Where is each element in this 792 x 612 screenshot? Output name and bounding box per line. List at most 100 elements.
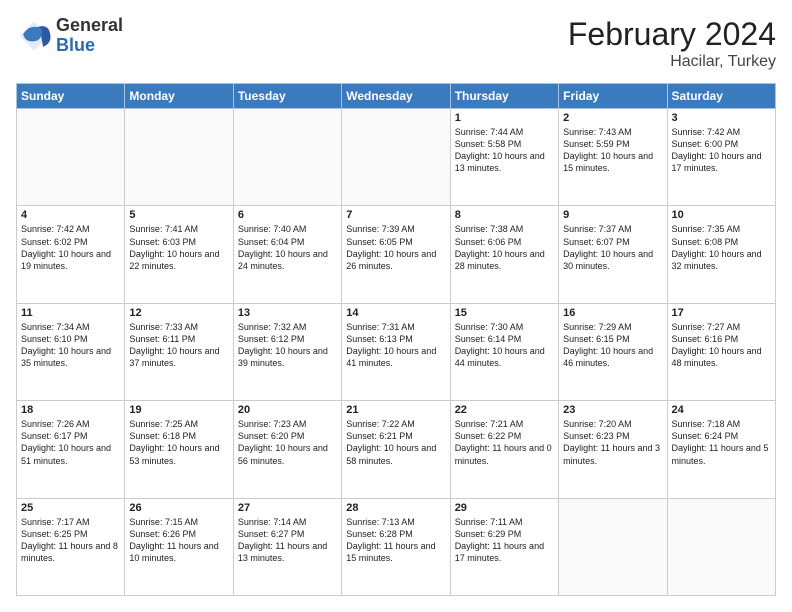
day-info: Sunrise: 7:44 AM Sunset: 5:58 PM Dayligh…	[455, 126, 554, 175]
day-info: Sunrise: 7:37 AM Sunset: 6:07 PM Dayligh…	[563, 223, 662, 272]
title-block: February 2024 Hacilar, Turkey	[568, 16, 776, 71]
day-info: Sunrise: 7:26 AM Sunset: 6:17 PM Dayligh…	[21, 418, 120, 467]
day-info: Sunrise: 7:14 AM Sunset: 6:27 PM Dayligh…	[238, 516, 337, 565]
day-number: 2	[563, 112, 662, 124]
day-number: 16	[563, 307, 662, 319]
day-info: Sunrise: 7:21 AM Sunset: 6:22 PM Dayligh…	[455, 418, 554, 467]
calendar-cell: 28 Sunrise: 7:13 AM Sunset: 6:28 PM Dayli…	[342, 498, 450, 595]
weekday-header-row: SundayMondayTuesdayWednesdayThursdayFrid…	[17, 84, 776, 109]
day-number: 24	[672, 404, 771, 416]
day-number: 15	[455, 307, 554, 319]
location: Hacilar, Turkey	[568, 53, 776, 71]
day-number: 11	[21, 307, 120, 319]
day-info: Sunrise: 7:23 AM Sunset: 6:20 PM Dayligh…	[238, 418, 337, 467]
day-number: 17	[672, 307, 771, 319]
day-info: Sunrise: 7:25 AM Sunset: 6:18 PM Dayligh…	[129, 418, 228, 467]
calendar-row-4: 25 Sunrise: 7:17 AM Sunset: 6:25 PM Dayli…	[17, 498, 776, 595]
calendar-cell: 1 Sunrise: 7:44 AM Sunset: 5:58 PM Daylig…	[450, 109, 558, 206]
day-info: Sunrise: 7:35 AM Sunset: 6:08 PM Dayligh…	[672, 223, 771, 272]
calendar-cell	[559, 498, 667, 595]
calendar-cell	[125, 109, 233, 206]
logo: General Blue	[16, 16, 123, 56]
calendar-cell: 4 Sunrise: 7:42 AM Sunset: 6:02 PM Daylig…	[17, 206, 125, 303]
calendar-cell: 18 Sunrise: 7:26 AM Sunset: 6:17 PM Dayli…	[17, 401, 125, 498]
day-number: 13	[238, 307, 337, 319]
calendar-cell: 11 Sunrise: 7:34 AM Sunset: 6:10 PM Dayli…	[17, 303, 125, 400]
calendar-cell: 20 Sunrise: 7:23 AM Sunset: 6:20 PM Dayli…	[233, 401, 341, 498]
calendar-cell	[17, 109, 125, 206]
day-info: Sunrise: 7:38 AM Sunset: 6:06 PM Dayligh…	[455, 223, 554, 272]
day-number: 20	[238, 404, 337, 416]
calendar-cell: 29 Sunrise: 7:11 AM Sunset: 6:29 PM Dayli…	[450, 498, 558, 595]
day-info: Sunrise: 7:42 AM Sunset: 6:00 PM Dayligh…	[672, 126, 771, 175]
day-info: Sunrise: 7:40 AM Sunset: 6:04 PM Dayligh…	[238, 223, 337, 272]
day-info: Sunrise: 7:15 AM Sunset: 6:26 PM Dayligh…	[129, 516, 228, 565]
weekday-header-saturday: Saturday	[667, 84, 775, 109]
day-info: Sunrise: 7:32 AM Sunset: 6:12 PM Dayligh…	[238, 321, 337, 370]
day-info: Sunrise: 7:22 AM Sunset: 6:21 PM Dayligh…	[346, 418, 445, 467]
day-info: Sunrise: 7:13 AM Sunset: 6:28 PM Dayligh…	[346, 516, 445, 565]
day-number: 12	[129, 307, 228, 319]
day-number: 9	[563, 209, 662, 221]
calendar-cell: 10 Sunrise: 7:35 AM Sunset: 6:08 PM Dayli…	[667, 206, 775, 303]
calendar-cell	[233, 109, 341, 206]
day-number: 28	[346, 502, 445, 514]
day-number: 21	[346, 404, 445, 416]
weekday-header-wednesday: Wednesday	[342, 84, 450, 109]
weekday-header-tuesday: Tuesday	[233, 84, 341, 109]
day-number: 22	[455, 404, 554, 416]
day-info: Sunrise: 7:34 AM Sunset: 6:10 PM Dayligh…	[21, 321, 120, 370]
calendar-cell: 3Sunrise: 7:42 AM Sunset: 6:00 PM Daylig…	[667, 109, 775, 206]
month-title: February 2024	[568, 16, 776, 53]
header: General Blue February 2024 Hacilar, Turk…	[16, 16, 776, 71]
day-info: Sunrise: 7:41 AM Sunset: 6:03 PM Dayligh…	[129, 223, 228, 272]
day-number: 18	[21, 404, 120, 416]
calendar-cell: 17Sunrise: 7:27 AM Sunset: 6:16 PM Dayli…	[667, 303, 775, 400]
page: General Blue February 2024 Hacilar, Turk…	[0, 0, 792, 612]
day-info: Sunrise: 7:17 AM Sunset: 6:25 PM Dayligh…	[21, 516, 120, 565]
calendar-cell: 12 Sunrise: 7:33 AM Sunset: 6:11 PM Dayli…	[125, 303, 233, 400]
day-number: 1	[455, 112, 554, 124]
day-info: Sunrise: 7:33 AM Sunset: 6:11 PM Dayligh…	[129, 321, 228, 370]
calendar-cell: 24 Sunrise: 7:18 AM Sunset: 6:24 PM Dayli…	[667, 401, 775, 498]
day-number: 7	[346, 209, 445, 221]
calendar-row-1: 4 Sunrise: 7:42 AM Sunset: 6:02 PM Daylig…	[17, 206, 776, 303]
calendar-cell: 15 Sunrise: 7:30 AM Sunset: 6:14 PM Dayli…	[450, 303, 558, 400]
logo-general: General	[56, 16, 123, 36]
logo-icon	[16, 18, 52, 54]
day-number: 19	[129, 404, 228, 416]
day-info: Sunrise: 7:31 AM Sunset: 6:13 PM Dayligh…	[346, 321, 445, 370]
day-info: Sunrise: 7:29 AM Sunset: 6:15 PM Dayligh…	[563, 321, 662, 370]
calendar-row-3: 18 Sunrise: 7:26 AM Sunset: 6:17 PM Dayli…	[17, 401, 776, 498]
calendar-cell: 7Sunrise: 7:39 AM Sunset: 6:05 PM Daylig…	[342, 206, 450, 303]
day-info: Sunrise: 7:30 AM Sunset: 6:14 PM Dayligh…	[455, 321, 554, 370]
weekday-header-friday: Friday	[559, 84, 667, 109]
day-info: Sunrise: 7:20 AM Sunset: 6:23 PM Dayligh…	[563, 418, 662, 467]
calendar-cell: 6Sunrise: 7:40 AM Sunset: 6:04 PM Daylig…	[233, 206, 341, 303]
weekday-header-thursday: Thursday	[450, 84, 558, 109]
calendar-cell: 5Sunrise: 7:41 AM Sunset: 6:03 PM Daylig…	[125, 206, 233, 303]
calendar-cell: 14 Sunrise: 7:31 AM Sunset: 6:13 PM Dayli…	[342, 303, 450, 400]
day-info: Sunrise: 7:11 AM Sunset: 6:29 PM Dayligh…	[455, 516, 554, 565]
weekday-header-sunday: Sunday	[17, 84, 125, 109]
logo-blue: Blue	[56, 36, 123, 56]
calendar-cell: 22 Sunrise: 7:21 AM Sunset: 6:22 PM Dayli…	[450, 401, 558, 498]
calendar-cell	[667, 498, 775, 595]
calendar-cell: 23Sunrise: 7:20 AM Sunset: 6:23 PM Dayli…	[559, 401, 667, 498]
day-number: 10	[672, 209, 771, 221]
day-number: 14	[346, 307, 445, 319]
calendar-cell: 26 Sunrise: 7:15 AM Sunset: 6:26 PM Dayli…	[125, 498, 233, 595]
calendar-row-2: 11 Sunrise: 7:34 AM Sunset: 6:10 PM Dayli…	[17, 303, 776, 400]
calendar-cell: 8 Sunrise: 7:38 AM Sunset: 6:06 PM Daylig…	[450, 206, 558, 303]
calendar-cell: 13 Sunrise: 7:32 AM Sunset: 6:12 PM Dayli…	[233, 303, 341, 400]
calendar-cell: 2Sunrise: 7:43 AM Sunset: 5:59 PM Daylig…	[559, 109, 667, 206]
calendar-table: SundayMondayTuesdayWednesdayThursdayFrid…	[16, 83, 776, 596]
day-number: 26	[129, 502, 228, 514]
day-info: Sunrise: 7:42 AM Sunset: 6:02 PM Dayligh…	[21, 223, 120, 272]
day-number: 4	[21, 209, 120, 221]
calendar-cell	[342, 109, 450, 206]
day-info: Sunrise: 7:18 AM Sunset: 6:24 PM Dayligh…	[672, 418, 771, 467]
day-number: 25	[21, 502, 120, 514]
day-number: 29	[455, 502, 554, 514]
day-number: 8	[455, 209, 554, 221]
